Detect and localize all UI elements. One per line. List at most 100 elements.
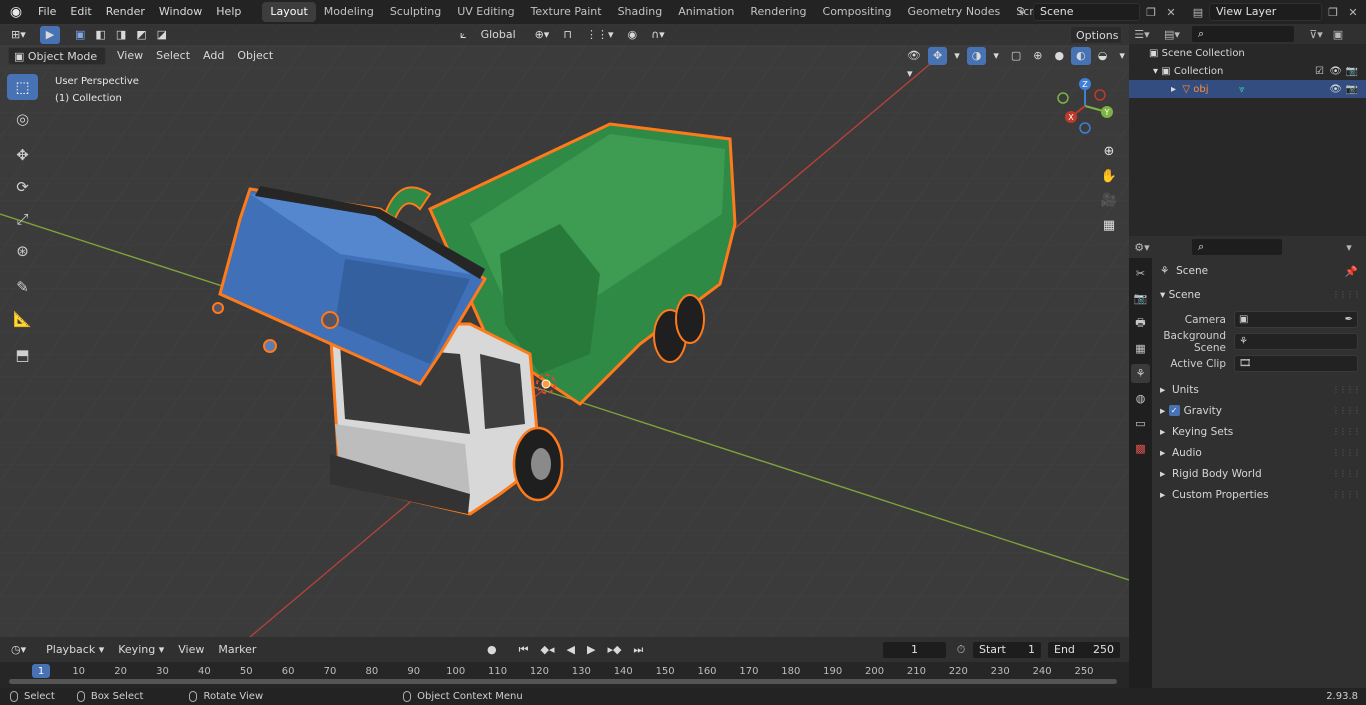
select-mode-new-icon[interactable]: ▣ (70, 26, 90, 44)
display-mode-icon[interactable]: ▤▾ (1163, 25, 1181, 43)
expand-arrow-icon[interactable]: ▾ (1153, 66, 1161, 77)
editor-type-icon[interactable]: ⊞▾ (6, 26, 34, 44)
falloff-icon[interactable]: ∩▾ (646, 26, 670, 44)
jump-start-icon[interactable]: ⏮ (514, 641, 534, 659)
jump-end-icon[interactable]: ⏭ (628, 641, 648, 659)
keying-sets-panel[interactable]: ▸ Keying Sets ⋮⋮⋮⋮ (1152, 421, 1366, 442)
options-dropdown-icon[interactable]: ▾ (1340, 238, 1358, 256)
tab-shading[interactable]: Shading (610, 2, 671, 22)
close-icon[interactable]: ✕ (1162, 3, 1180, 21)
transform-icon[interactable]: ⊛ (7, 238, 38, 264)
audio-panel[interactable]: ▸ Audio ⋮⋮⋮⋮ (1152, 442, 1366, 463)
scene-tab-icon[interactable]: ⚘ (1131, 364, 1150, 383)
tab-layout[interactable]: Layout (262, 2, 316, 22)
tool-tab-icon[interactable]: ✂ (1131, 264, 1150, 283)
properties-search-input[interactable]: ⌕ (1191, 238, 1283, 256)
camera-render-icon[interactable]: 📷 (1346, 84, 1358, 95)
drag-grip-icon[interactable]: ⋮⋮⋮⋮ (1332, 469, 1361, 478)
menu-help[interactable]: Help (209, 0, 248, 24)
new-scene-icon[interactable]: ❐ (1142, 3, 1160, 21)
custom-properties-panel[interactable]: ▸ Custom Properties ⋮⋮⋮⋮ (1152, 484, 1366, 505)
xray-icon[interactable]: ▢ (1006, 47, 1026, 65)
scene-name-field[interactable]: Scene (1033, 3, 1140, 21)
tab-sculpting[interactable]: Sculpting (382, 2, 449, 22)
new-view-layer-icon[interactable]: ❐ (1324, 3, 1342, 21)
current-frame-field[interactable]: 1 (882, 640, 947, 659)
menu-playback[interactable]: Playback ▾ (41, 641, 109, 659)
select-box-icon[interactable]: ⬚ (7, 74, 38, 100)
ortho-grid-icon[interactable]: ▦ (1098, 214, 1120, 236)
output-tab-icon[interactable]: 🖶 (1131, 314, 1150, 333)
gravity-checkbox[interactable]: ✓ (1168, 405, 1180, 416)
3d-viewport[interactable]: ⊞▾ ▶ ▣ ◧ ◨ ◩ ◪ ⟀ Global ⊕▾ ⊓ ⋮⋮▾ ◉ ∩▾ Op… (0, 24, 1129, 637)
eyedropper-icon[interactable]: ✒ (1345, 314, 1353, 325)
end-frame-field[interactable]: End 250 (1047, 640, 1121, 659)
tab-compositing[interactable]: Compositing (815, 2, 900, 22)
menu-object[interactable]: Object (232, 47, 278, 65)
eye-icon[interactable]: 👁 (1329, 66, 1342, 77)
gravity-panel[interactable]: ▸ ✓ Gravity ⋮⋮⋮⋮ (1152, 400, 1366, 421)
prev-keyframe-icon[interactable]: ◆◂ (536, 641, 560, 659)
outliner-row-obj[interactable]: ▸ ▽ obj ⩔ 👁 📷 (1129, 80, 1366, 98)
gizmo-toggle-icon[interactable]: ✥ (927, 46, 948, 65)
material-shading-icon[interactable]: ◐ (1071, 46, 1091, 65)
view-layer-tab-icon[interactable]: ▦ (1131, 339, 1150, 358)
rotate-icon[interactable]: ⟳ (7, 174, 38, 200)
pin-icon[interactable]: 📌 (1345, 265, 1358, 278)
active-clip-field[interactable]: 🎞 (1234, 355, 1358, 372)
transform-orientation-dropdown[interactable]: Global (476, 26, 526, 44)
filter-icon[interactable]: ⊽▾ (1307, 25, 1325, 43)
camera-field[interactable]: ▣ ✒ (1234, 311, 1358, 328)
tab-geometry-nodes[interactable]: Geometry Nodes (899, 2, 1008, 22)
shading-dropdown-icon[interactable]: ▾ (1114, 47, 1129, 65)
outliner-search-input[interactable]: ⌕ (1191, 25, 1295, 43)
collection-tab-icon[interactable]: ▭ (1131, 414, 1150, 433)
solid-shading-icon[interactable]: ● (1049, 47, 1069, 65)
scene-icon[interactable]: ⚘ (1013, 3, 1031, 21)
move-icon[interactable]: ✥ (7, 142, 38, 168)
overlays-dropdown-icon[interactable]: ▾ (988, 47, 1004, 65)
rendered-shading-icon[interactable]: ◒ (1093, 47, 1113, 65)
outliner-editor-icon[interactable]: ☰▾ (1133, 25, 1151, 43)
drag-grip-icon[interactable]: ⋮⋮⋮⋮ (1332, 385, 1361, 394)
scene-section-header[interactable]: ▾ Scene ⋮⋮⋮⋮ (1152, 284, 1366, 305)
background-scene-field[interactable]: ⚘ (1234, 333, 1358, 350)
select-tool-icon[interactable]: ▶ (40, 25, 60, 44)
mode-dropdown[interactable]: ▣ Object Mode (8, 46, 106, 65)
options-dropdown[interactable]: Options (1070, 25, 1122, 44)
next-keyframe-icon[interactable]: ▸◆ (602, 641, 626, 659)
play-reverse-icon[interactable]: ◀ (562, 641, 580, 659)
outliner-row-scene-collection[interactable]: ▣ Scene Collection (1129, 44, 1366, 62)
world-tab-icon[interactable]: ◍ (1131, 389, 1150, 408)
stopwatch-icon[interactable]: ⏱ (952, 641, 970, 659)
proportional-edit-icon[interactable]: ◉ (622, 26, 642, 44)
menu-view[interactable]: View (112, 47, 148, 65)
menu-window[interactable]: Window (152, 0, 209, 24)
snap-target-icon[interactable]: ⋮⋮▾ (581, 26, 619, 44)
select-mode-subtract-icon[interactable]: ◨ (111, 26, 131, 44)
visibility-icon[interactable]: 👁▾ (902, 47, 926, 80)
measure-icon[interactable]: 📐 (7, 306, 38, 332)
transform-orientation-icon[interactable]: ⟀ (455, 26, 472, 44)
record-icon[interactable]: ● (482, 641, 502, 659)
snap-icon[interactable]: ⊓ (558, 26, 577, 44)
pan-hand-icon[interactable]: ✋ (1098, 165, 1120, 187)
tab-modeling[interactable]: Modeling (316, 2, 382, 22)
navigation-gizmo[interactable]: Z Y X (1055, 76, 1121, 142)
menu-keying[interactable]: Keying ▾ (113, 641, 169, 659)
tab-uv-editing[interactable]: UV Editing (449, 2, 522, 22)
menu-edit[interactable]: Edit (63, 0, 98, 24)
annotate-icon[interactable]: ✎ (7, 274, 38, 300)
eye-icon[interactable]: 👁 (1329, 84, 1342, 95)
expand-arrow-icon[interactable]: ▸ (1171, 84, 1182, 95)
menu-file[interactable]: File (31, 0, 63, 24)
menu-timeline-view[interactable]: View (173, 641, 209, 659)
texture-tab-icon[interactable]: ▩ (1131, 439, 1150, 458)
close-icon[interactable]: ✕ (1344, 3, 1362, 21)
select-mode-invert-icon[interactable]: ◩ (131, 26, 151, 44)
timeline-scrollbar[interactable] (9, 679, 1117, 684)
start-frame-field[interactable]: Start 1 (972, 640, 1042, 659)
drag-grip-icon[interactable]: ⋮⋮⋮⋮ (1332, 490, 1361, 499)
camera-view-icon[interactable]: 🎥 (1098, 189, 1120, 211)
wireframe-shading-icon[interactable]: ⊕ (1028, 47, 1047, 65)
